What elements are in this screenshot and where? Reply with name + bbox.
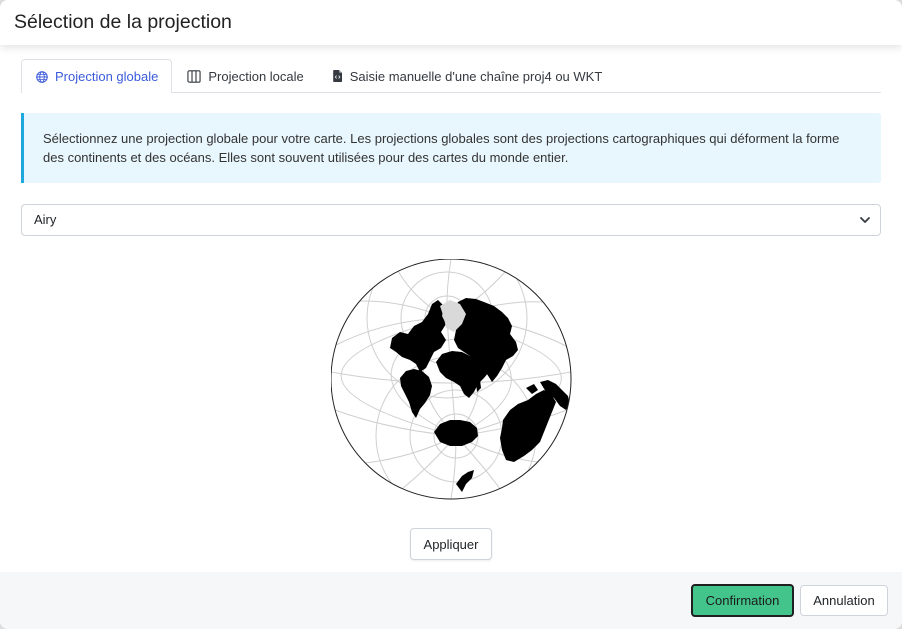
- tab-label: Projection globale: [55, 69, 159, 84]
- tab-label: Saisie manuelle d'une chaîne proj4 ou WK…: [349, 68, 603, 84]
- info-alert-text: Sélectionnez une projection globale pour…: [43, 131, 840, 165]
- tab-manual-proj-string[interactable]: Saisie manuelle d'une chaîne proj4 ou WK…: [318, 59, 617, 92]
- file-code-icon: [332, 70, 343, 82]
- dialog-footer: Confirmation Annulation: [0, 572, 902, 629]
- tab-label: Projection locale: [208, 68, 304, 84]
- map-icon: [187, 69, 201, 83]
- projection-preview-map: [331, 259, 572, 500]
- chevron-down-icon: [860, 217, 870, 223]
- dialog-header: Sélection de la projection: [0, 0, 902, 45]
- cancel-button[interactable]: Annulation: [800, 585, 888, 616]
- tab-local-projection[interactable]: Projection locale: [172, 59, 317, 92]
- dialog-title: Sélection de la projection: [14, 11, 232, 33]
- apply-button[interactable]: Appliquer: [410, 528, 492, 560]
- projection-select-value: Airy: [34, 212, 57, 227]
- projection-select[interactable]: Airy: [21, 204, 881, 236]
- projection-tabs: Projection globale Projection locale Sai…: [21, 59, 881, 93]
- landmass: [434, 420, 478, 446]
- confirm-button[interactable]: Confirmation: [691, 584, 794, 617]
- projection-dialog: Sélection de la projection Projection gl…: [0, 0, 902, 629]
- tab-global-projection[interactable]: Projection globale: [21, 59, 173, 93]
- info-alert: Sélectionnez une projection globale pour…: [21, 113, 881, 183]
- globe-icon: [36, 70, 48, 83]
